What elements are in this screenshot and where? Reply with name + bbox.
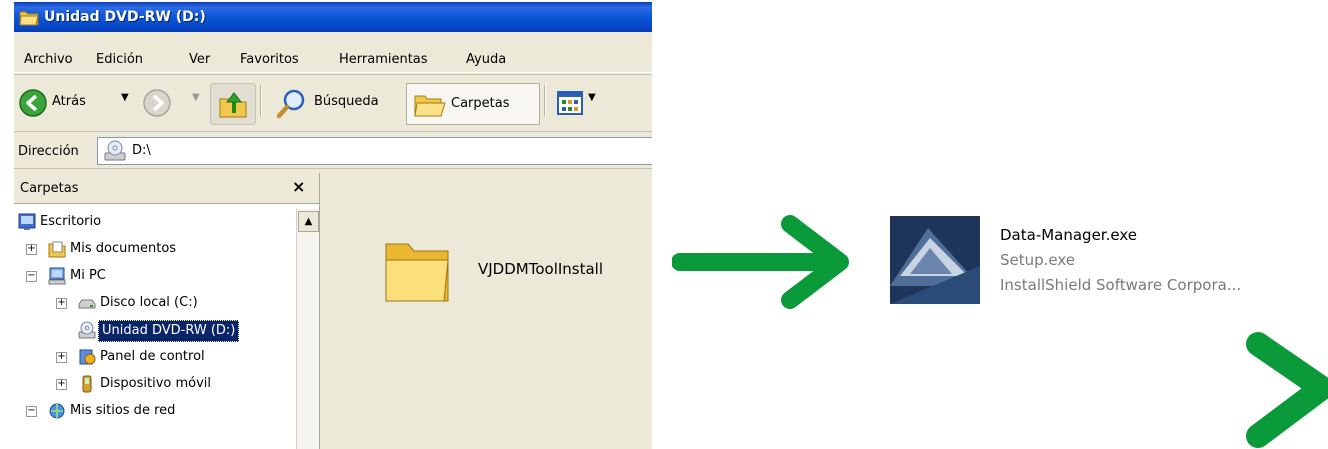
installer-company: InstallShield Software Corpora... [1000, 276, 1242, 294]
collapse-minus-icon[interactable]: − [26, 271, 37, 282]
tree-label: Disco local (C:) [100, 295, 198, 310]
back-button[interactable]: Atrás ▼ [18, 87, 136, 119]
tree-label-selected: Unidad DVD-RW (D:) [98, 320, 240, 342]
toolbar: Atrás ▼ ▼ Búsqueda Carpetas ▼ [14, 74, 652, 132]
tree-label: Mi PC [70, 268, 106, 283]
forward-arrow-icon [143, 89, 171, 117]
installer-description: Setup.exe [1000, 251, 1076, 269]
menu-bar: Archivo Edición Ver Favoritos Herramient… [14, 46, 652, 73]
close-pane-icon[interactable]: × [292, 177, 305, 196]
computer-icon [48, 267, 66, 285]
menu-ver[interactable]: Ver [189, 52, 210, 67]
address-value: D:\ [132, 143, 151, 158]
toolbar-separator [260, 85, 262, 117]
folders-pane: Carpetas × ▲ Escritorio + Mis documentos [14, 173, 320, 449]
folder-icon [385, 243, 449, 302]
mobile-device-icon [82, 375, 92, 393]
tree-label: Escritorio [40, 214, 102, 229]
documents-icon [48, 241, 66, 258]
tree-label: Panel de control [100, 349, 205, 364]
menu-archivo[interactable]: Archivo [24, 52, 73, 67]
title-bar[interactable]: Unidad DVD-RW (D:) [14, 2, 652, 32]
menu-favoritos[interactable]: Favoritos [240, 52, 299, 67]
menu-herramientas[interactable]: Herramientas [339, 52, 428, 67]
control-panel-icon [79, 349, 96, 365]
toolbar-separator [544, 85, 546, 117]
green-chevron-partial [1246, 332, 1328, 448]
back-label: Atrás [52, 94, 86, 109]
menu-edicion[interactable]: Edición [96, 52, 143, 67]
folders-label: Carpetas [451, 96, 510, 111]
explorer-window: Unidad DVD-RW (D:) Archivo Edición Ver F… [14, 2, 652, 449]
harddrive-icon [78, 299, 96, 309]
address-input[interactable]: D:\ [97, 137, 652, 165]
forward-button[interactable]: ▼ [142, 87, 206, 119]
installer-file-item[interactable]: Data-Manager.exe Setup.exe InstallShield… [890, 214, 1310, 306]
tree-label: Mis documentos [70, 241, 177, 256]
tree-label: Mis sitios de red [70, 403, 176, 418]
tree-label: Dispositivo móvil [100, 376, 212, 391]
expand-plus-icon[interactable]: + [56, 379, 67, 390]
up-folder-button[interactable] [210, 83, 256, 125]
forward-dropdown-icon[interactable]: ▼ [192, 92, 200, 103]
folder-window-icon [19, 11, 39, 26]
views-dropdown-icon[interactable]: ▼ [588, 92, 596, 103]
window-title: Unidad DVD-RW (D:) [44, 9, 206, 25]
installshield-setup-icon [890, 216, 980, 304]
folders-button[interactable]: Carpetas [406, 83, 540, 125]
address-bar: Dirección D:\ [14, 132, 652, 169]
search-icon [276, 89, 305, 119]
network-icon [49, 403, 65, 419]
back-dropdown-icon[interactable]: ▼ [121, 92, 129, 103]
address-label: Dirección [18, 144, 79, 159]
folders-icon [414, 95, 446, 117]
scroll-up-arrow-icon[interactable]: ▲ [298, 211, 319, 232]
folder-item[interactable]: VJDDMToolInstall [382, 230, 652, 312]
expand-plus-icon[interactable]: + [26, 244, 37, 255]
menu-ayuda[interactable]: Ayuda [466, 52, 506, 67]
folder-name: VJDDMToolInstall [478, 260, 604, 278]
expand-plus-icon[interactable]: + [56, 298, 67, 309]
installer-name: Data-Manager.exe [1000, 226, 1137, 244]
dvd-drive-icon [104, 140, 126, 161]
folders-pane-header: Carpetas × [14, 173, 319, 204]
collapse-minus-icon[interactable]: − [26, 406, 37, 417]
views-button[interactable]: ▼ [556, 87, 612, 119]
desktop-icon [18, 213, 36, 230]
back-arrow-icon [19, 89, 47, 117]
folders-pane-title: Carpetas [20, 181, 79, 196]
expand-plus-icon[interactable]: + [56, 352, 67, 363]
tree-scrollbar[interactable]: ▲ [296, 209, 319, 449]
dvd-drive-icon [78, 321, 96, 339]
search-button[interactable]: Búsqueda [276, 87, 396, 119]
search-label: Búsqueda [314, 94, 379, 109]
up-folder-icon [219, 92, 247, 118]
views-icon [557, 91, 583, 115]
green-arrow-right [672, 215, 849, 309]
